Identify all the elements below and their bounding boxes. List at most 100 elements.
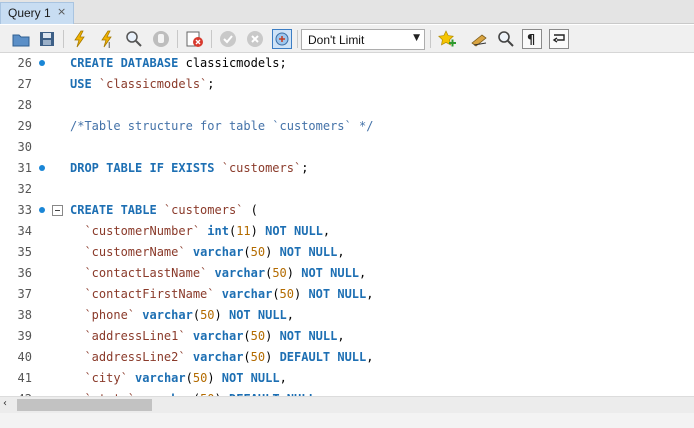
line-number: 30 bbox=[17, 140, 32, 154]
code-text: CREATE DATABASE classicmodels; bbox=[70, 56, 287, 70]
code-token: NOT NULL bbox=[265, 224, 323, 238]
code-token: varchar bbox=[135, 371, 186, 385]
tab-query-1[interactable]: Query 1 × bbox=[0, 2, 74, 24]
code-token: ( bbox=[243, 329, 251, 343]
explain-icon[interactable] bbox=[124, 29, 144, 49]
close-icon[interactable]: × bbox=[57, 5, 66, 18]
execute-icon[interactable] bbox=[70, 29, 90, 49]
code-line[interactable]: 30 bbox=[0, 138, 694, 159]
code-line[interactable]: 32 bbox=[0, 180, 694, 201]
code-token: ( bbox=[192, 308, 201, 322]
code-token: CREATE DATABASE bbox=[70, 56, 186, 70]
code-token: `city` bbox=[84, 371, 128, 385]
code-token: , bbox=[286, 308, 295, 322]
code-token: ) bbox=[265, 350, 280, 364]
code-token: , bbox=[279, 371, 287, 385]
code-token: ( bbox=[272, 287, 280, 301]
code-line[interactable]: 37 `contactFirstName` varchar(50) NOT NU… bbox=[0, 285, 694, 306]
svg-text:I: I bbox=[108, 41, 110, 49]
code-token: NOT NULL bbox=[221, 371, 280, 385]
toolbar-separator bbox=[211, 30, 212, 48]
code-token: , bbox=[359, 266, 367, 280]
code-token: `phone` bbox=[84, 308, 136, 322]
code-token: `customerName` bbox=[84, 245, 186, 259]
statement-marker-icon bbox=[39, 165, 45, 171]
horizontal-scrollbar[interactable]: ‹ bbox=[0, 396, 694, 413]
code-token: varchar bbox=[192, 245, 244, 259]
add-snippet-icon[interactable] bbox=[437, 29, 457, 49]
line-number: 31 bbox=[17, 161, 32, 175]
sql-editor-toolbar: I Don't Limit ▼ ¶ bbox=[0, 25, 694, 53]
code-token: ( bbox=[185, 371, 193, 385]
save-icon[interactable] bbox=[37, 29, 57, 49]
code-text: /*Table structure for table `customers` … bbox=[70, 119, 373, 133]
find-icon[interactable] bbox=[496, 29, 516, 49]
code-token: varchar bbox=[192, 329, 244, 343]
code-text: `addressLine2` varchar(50) DEFAULT NULL, bbox=[70, 350, 373, 364]
commit-icon[interactable] bbox=[218, 29, 238, 49]
code-line[interactable]: 38 `phone` varchar(50) NOT NULL, bbox=[0, 306, 694, 327]
beautify-icon[interactable] bbox=[470, 29, 490, 49]
word-wrap-icon[interactable] bbox=[549, 29, 569, 49]
code-token: `contactFirstName` bbox=[84, 287, 215, 301]
code-text: `city` varchar(50) NOT NULL, bbox=[70, 371, 287, 385]
line-number: 36 bbox=[17, 266, 32, 280]
code-line[interactable]: 28 bbox=[0, 96, 694, 117]
code-line[interactable]: 35 `customerName` varchar(50) NOT NULL, bbox=[0, 243, 694, 264]
chevron-left-icon[interactable]: ‹ bbox=[3, 398, 7, 409]
code-token: 50 bbox=[250, 350, 266, 364]
code-text: `addressLine1` varchar(50) NOT NULL, bbox=[70, 329, 344, 343]
line-number: 37 bbox=[17, 287, 32, 301]
code-token: varchar bbox=[221, 287, 273, 301]
open-folder-icon[interactable] bbox=[11, 29, 31, 49]
code-token: , bbox=[337, 245, 345, 259]
sql-code-editor[interactable]: 26 CREATE DATABASE classicmodels; 27 USE `c… bbox=[0, 53, 694, 396]
code-line[interactable]: 40 `addressLine2` varchar(50) DEFAULT NU… bbox=[0, 348, 694, 369]
line-number: 41 bbox=[17, 371, 32, 385]
code-line[interactable]: 29 /*Table structure for table `customers… bbox=[0, 117, 694, 138]
code-token: 50 bbox=[250, 329, 266, 343]
code-token: USE bbox=[70, 77, 99, 91]
code-line[interactable]: 26 CREATE DATABASE classicmodels; bbox=[0, 54, 694, 75]
code-token: ) bbox=[265, 245, 280, 259]
invisible-chars-icon[interactable]: ¶ bbox=[522, 29, 542, 49]
statement-marker-icon bbox=[39, 60, 45, 66]
code-token: varchar bbox=[142, 308, 193, 322]
code-line[interactable]: 27 USE `classicmodels`; bbox=[0, 75, 694, 96]
code-line[interactable]: 39 `addressLine1` varchar(50) NOT NULL, bbox=[0, 327, 694, 348]
scrollbar-thumb[interactable] bbox=[17, 399, 152, 411]
code-text: `customerName` varchar(50) NOT NULL, bbox=[70, 245, 345, 259]
code-token: DROP TABLE IF EXISTS bbox=[70, 161, 222, 175]
code-token: `addressLine1` bbox=[84, 329, 186, 343]
stop-icon[interactable] bbox=[151, 29, 171, 49]
toggle-output-icon[interactable] bbox=[185, 29, 205, 49]
output-panel-header bbox=[0, 413, 694, 428]
code-line[interactable]: 41 `city` varchar(50) NOT NULL, bbox=[0, 369, 694, 390]
code-token: `customers` bbox=[221, 161, 302, 175]
code-line[interactable]: 36 `contactLastName` varchar(50) NOT NUL… bbox=[0, 264, 694, 285]
fold-toggle-icon[interactable] bbox=[52, 205, 63, 216]
code-text: `customerNumber` int(11) NOT NULL, bbox=[70, 224, 330, 238]
tab-label: Query 1 bbox=[8, 6, 51, 20]
line-number: 33 bbox=[17, 203, 32, 217]
code-line[interactable]: 34 `customerNumber` int(11) NOT NULL, bbox=[0, 222, 694, 243]
code-text: DROP TABLE IF EXISTS `customers`; bbox=[70, 161, 308, 175]
code-token: ) bbox=[207, 371, 222, 385]
rollback-icon[interactable] bbox=[245, 29, 265, 49]
code-token: ) bbox=[286, 266, 302, 280]
code-token: NOT NULL bbox=[228, 308, 287, 322]
code-token: varchar bbox=[214, 266, 266, 280]
code-line[interactable]: 33 CREATE TABLE `customers` ( bbox=[0, 201, 694, 222]
code-line[interactable]: 31 DROP TABLE IF EXISTS `customers`; bbox=[0, 159, 694, 180]
autocommit-icon[interactable] bbox=[272, 29, 292, 49]
execute-current-icon[interactable]: I bbox=[97, 29, 117, 49]
limit-rows-select[interactable]: Don't Limit ▼ bbox=[301, 29, 425, 50]
code-token: DEFAULT NULL bbox=[279, 350, 367, 364]
code-token: NOT NULL bbox=[308, 287, 367, 301]
